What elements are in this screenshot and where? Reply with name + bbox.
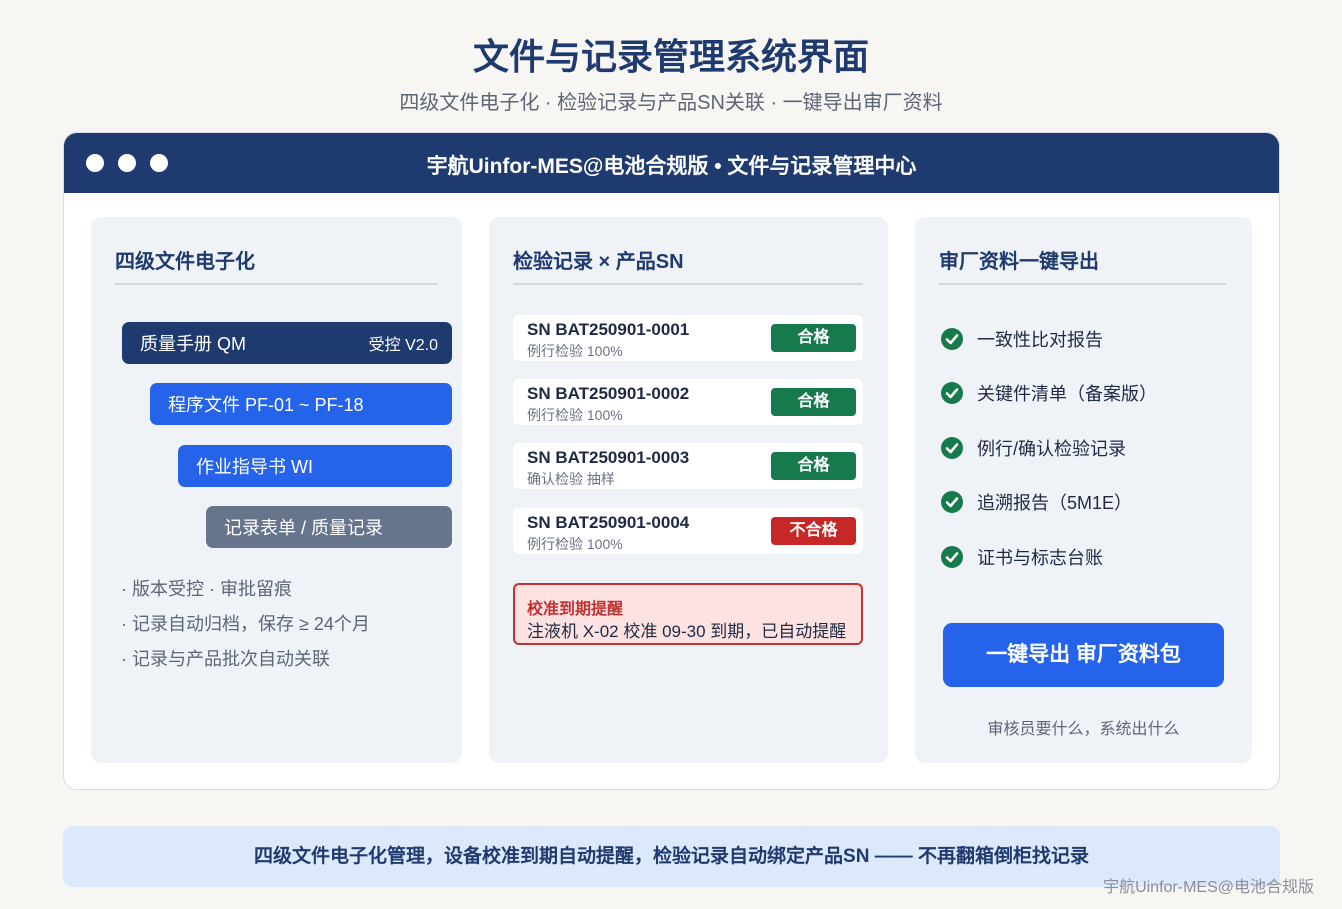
- docs-notes: · 版本受控 · 审批留痕 · 记录自动归档，保存 ≥ 24个月 · 记录与产品…: [121, 577, 370, 682]
- records-panel: 检验记录 × 产品SN SN BAT250901-0001 例行检验 100% …: [489, 217, 888, 763]
- app-window: 宇航Uinfor-MES@电池合规版 • 文件与记录管理中心 四级文件电子化 质…: [63, 132, 1280, 790]
- record-row[interactable]: SN BAT250901-0001 例行检验 100% 合格: [513, 315, 863, 361]
- window-titlebar: 宇航Uinfor-MES@电池合规版 • 文件与记录管理中心: [64, 133, 1279, 193]
- export-audit-package-button[interactable]: 一键导出 审厂资料包: [943, 623, 1224, 687]
- divider: [115, 283, 438, 285]
- docs-note: · 记录与产品批次自动关联: [121, 649, 330, 669]
- check-circle-icon: [941, 382, 963, 404]
- record-type: 确认检验 抽样: [527, 471, 615, 487]
- docs-note: · 版本受控 · 审批留痕: [121, 579, 292, 599]
- export-panel-heading: 审厂资料一键导出: [939, 251, 1099, 273]
- docs-note: · 记录自动归档，保存 ≥ 24个月: [121, 614, 370, 634]
- record-sn: SN BAT250901-0001: [527, 320, 690, 339]
- doc-level-label: 记录表单 / 质量记录: [224, 518, 384, 538]
- doc-version-tag: 受控 V2.0: [368, 337, 438, 354]
- export-item: 追溯报告（5M1E）: [941, 489, 1132, 515]
- doc-level-records[interactable]: 记录表单 / 质量记录: [206, 506, 452, 548]
- summary-banner: 四级文件电子化管理，设备校准到期自动提醒，检验记录自动绑定产品SN —— 不再翻…: [63, 826, 1280, 887]
- records-panel-heading: 检验记录 × 产品SN: [513, 251, 684, 273]
- record-sn: SN BAT250901-0003: [527, 448, 690, 467]
- status-badge-pass: 合格: [771, 324, 856, 352]
- record-type: 例行检验 100%: [527, 536, 623, 552]
- page-title: 文件与记录管理系统界面: [472, 36, 869, 77]
- export-item-label: 一致性比对报告: [977, 330, 1103, 350]
- record-sn: SN BAT250901-0004: [527, 513, 690, 532]
- doc-level-label: 质量手册 QM: [140, 334, 246, 354]
- doc-level-label: 作业指导书 WI: [196, 457, 313, 477]
- status-badge-pass: 合格: [771, 452, 856, 480]
- doc-level-work-instructions[interactable]: 作业指导书 WI: [178, 445, 452, 487]
- docs-panel: 四级文件电子化 质量手册 QM 受控 V2.0 程序文件 PF-01 ~ PF-…: [91, 217, 462, 763]
- divider: [513, 283, 863, 285]
- status-badge-fail: 不合格: [771, 517, 856, 545]
- record-type: 例行检验 100%: [527, 407, 623, 423]
- doc-level-label: 程序文件 PF-01 ~ PF-18: [168, 395, 364, 415]
- page-subtitle: 四级文件电子化 · 检验记录与产品SN关联 · 一键导出审厂资料: [399, 92, 943, 114]
- divider: [939, 283, 1226, 285]
- check-circle-icon: [941, 491, 963, 513]
- export-item: 例行/确认检验记录: [941, 435, 1126, 461]
- export-item: 证书与标志台账: [941, 544, 1103, 570]
- export-item: 关键件清单（备案版）: [941, 380, 1157, 406]
- export-panel: 审厂资料一键导出 一致性比对报告 关键件清单（备案版） 例行/确认检验记录 追溯…: [915, 217, 1252, 763]
- export-item-label: 追溯报告（5M1E）: [977, 493, 1133, 513]
- export-item-label: 例行/确认检验记录: [977, 439, 1127, 459]
- doc-level-quality-manual[interactable]: 质量手册 QM 受控 V2.0: [122, 322, 452, 364]
- export-item: 一致性比对报告: [941, 326, 1103, 352]
- calibration-alert[interactable]: 校准到期提醒 注液机 X-02 校准 09-30 到期，已自动提醒: [513, 583, 863, 645]
- docs-panel-heading: 四级文件电子化: [115, 251, 255, 273]
- watermark: 宇航Uinfor-MES@电池合规版: [1103, 879, 1314, 896]
- status-badge-pass: 合格: [771, 388, 856, 416]
- check-circle-icon: [941, 328, 963, 350]
- export-item-label: 证书与标志台账: [977, 548, 1103, 568]
- check-circle-icon: [941, 437, 963, 459]
- export-item-label: 关键件清单（备案版）: [977, 384, 1157, 404]
- alert-title: 校准到期提醒: [527, 601, 624, 618]
- doc-level-procedures[interactable]: 程序文件 PF-01 ~ PF-18: [150, 383, 452, 425]
- record-row[interactable]: SN BAT250901-0004 例行检验 100% 不合格: [513, 508, 863, 554]
- window-title: 宇航Uinfor-MES@电池合规版 • 文件与记录管理中心: [426, 155, 917, 178]
- alert-text: 注液机 X-02 校准 09-30 到期，已自动提醒: [527, 622, 847, 641]
- record-row[interactable]: SN BAT250901-0003 确认检验 抽样 合格: [513, 443, 863, 489]
- check-circle-icon: [941, 546, 963, 568]
- record-type: 例行检验 100%: [527, 343, 623, 359]
- export-caption: 审核员要什么，系统出什么: [987, 721, 1180, 738]
- record-row[interactable]: SN BAT250901-0002 例行检验 100% 合格: [513, 379, 863, 425]
- record-sn: SN BAT250901-0002: [527, 384, 690, 403]
